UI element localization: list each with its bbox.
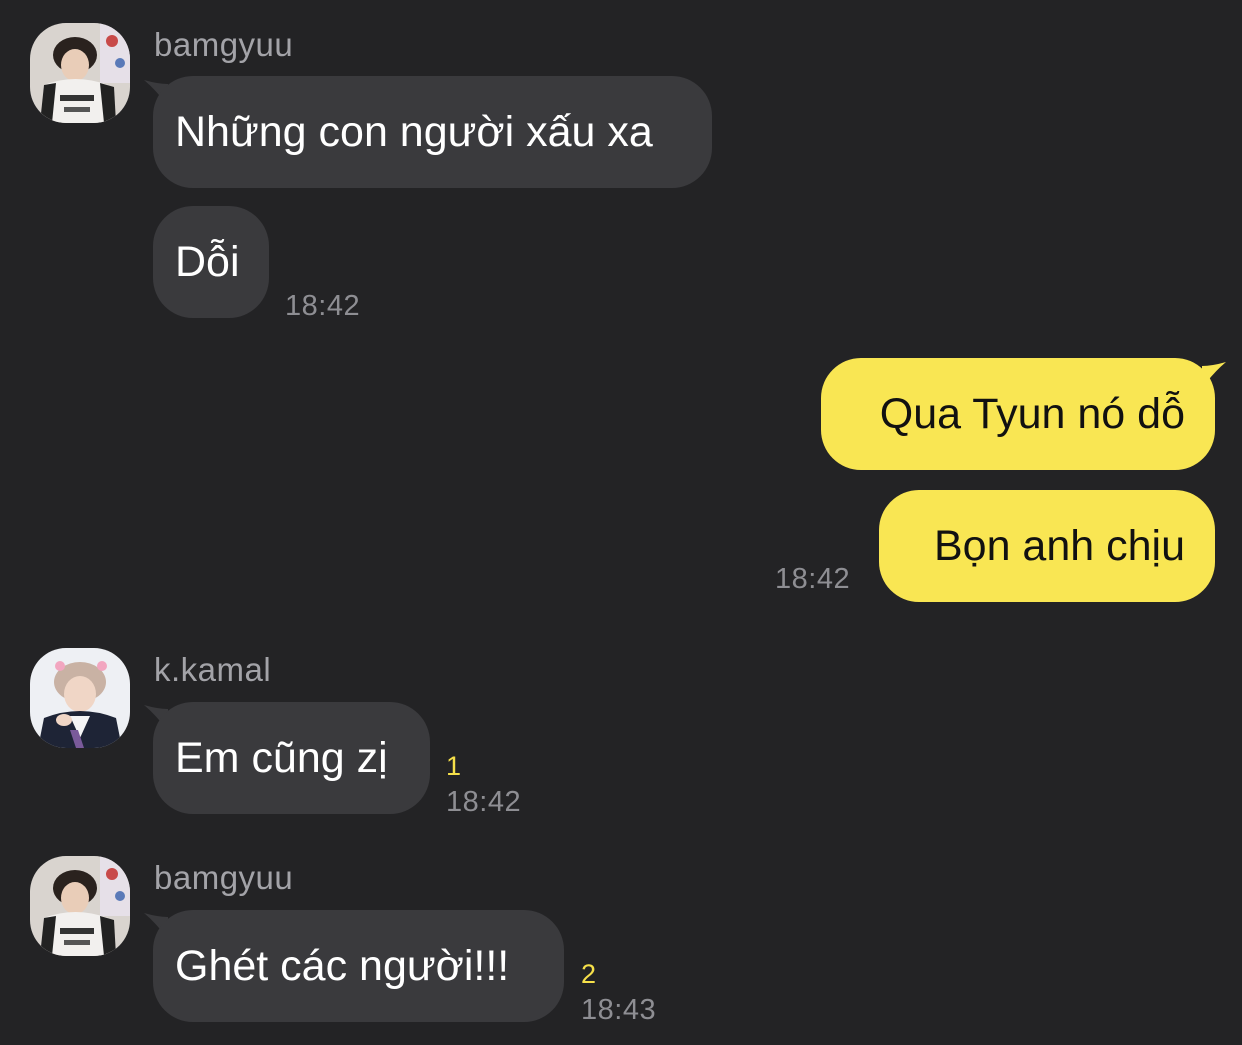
message-timestamp: 18:43 <box>581 994 657 1026</box>
sender-name: k.kamal <box>154 651 272 688</box>
avatar-photo-icon <box>30 648 130 748</box>
avatar-k-kamal[interactable] <box>30 648 130 748</box>
message-timestamp: 18:42 <box>775 563 851 595</box>
unread-count: 1 <box>446 751 462 781</box>
avatar-photo-icon <box>30 23 130 123</box>
unread-count: 2 <box>581 959 597 989</box>
message-bubble[interactable]: Em cũng zị <box>153 702 430 814</box>
message-bubble[interactable]: Bọn anh chịu <box>879 490 1215 602</box>
message-timestamp: 18:42 <box>446 786 522 818</box>
avatar-bamgyuu[interactable] <box>30 23 130 123</box>
sender-name: bamgyuu <box>154 859 294 896</box>
message-bubble[interactable]: Qua Tyun nó dỗ <box>821 358 1215 470</box>
avatar-bamgyuu[interactable] <box>30 856 130 956</box>
avatar-photo-icon <box>30 856 130 956</box>
message-bubble[interactable]: Ghét các người!!! <box>153 910 564 1022</box>
message-bubble[interactable]: Dỗi <box>153 206 269 318</box>
message-bubble[interactable]: Những con người xấu xa <box>153 76 712 188</box>
sender-name: bamgyuu <box>154 26 294 63</box>
message-timestamp: 18:42 <box>285 290 361 322</box>
